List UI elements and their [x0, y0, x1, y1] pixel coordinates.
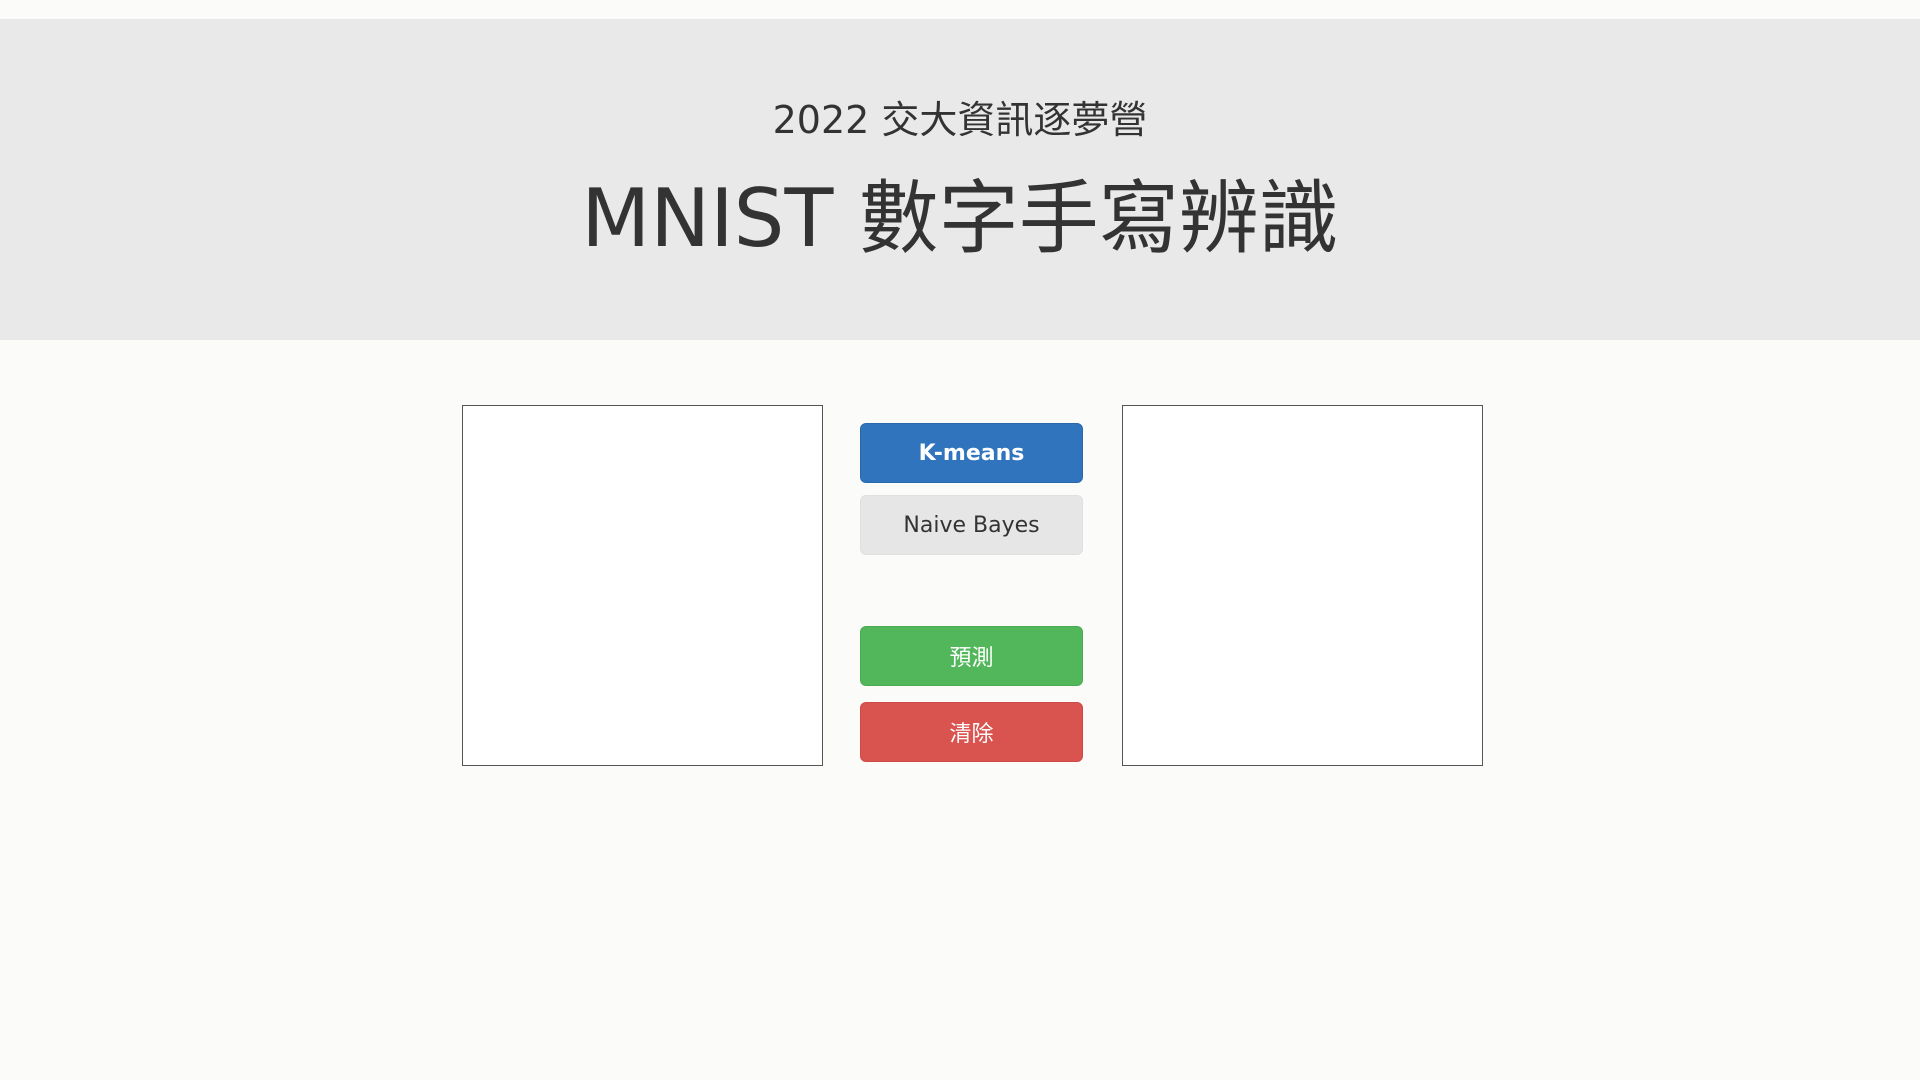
- page-title: MNIST 數字手寫辨識: [581, 172, 1339, 265]
- page-subtitle: 2022 交大資訊逐夢營: [772, 98, 1148, 142]
- clear-button[interactable]: 清除: [860, 702, 1083, 762]
- drawing-canvas[interactable]: [462, 405, 823, 766]
- predict-button[interactable]: 預測: [860, 626, 1083, 686]
- kmeans-button[interactable]: K-means: [860, 423, 1083, 483]
- naive-bayes-button[interactable]: Naive Bayes: [860, 495, 1083, 555]
- top-strip: [0, 0, 1920, 19]
- page-header: 2022 交大資訊逐夢營 MNIST 數字手寫辨識: [0, 19, 1920, 340]
- result-canvas: [1122, 405, 1483, 766]
